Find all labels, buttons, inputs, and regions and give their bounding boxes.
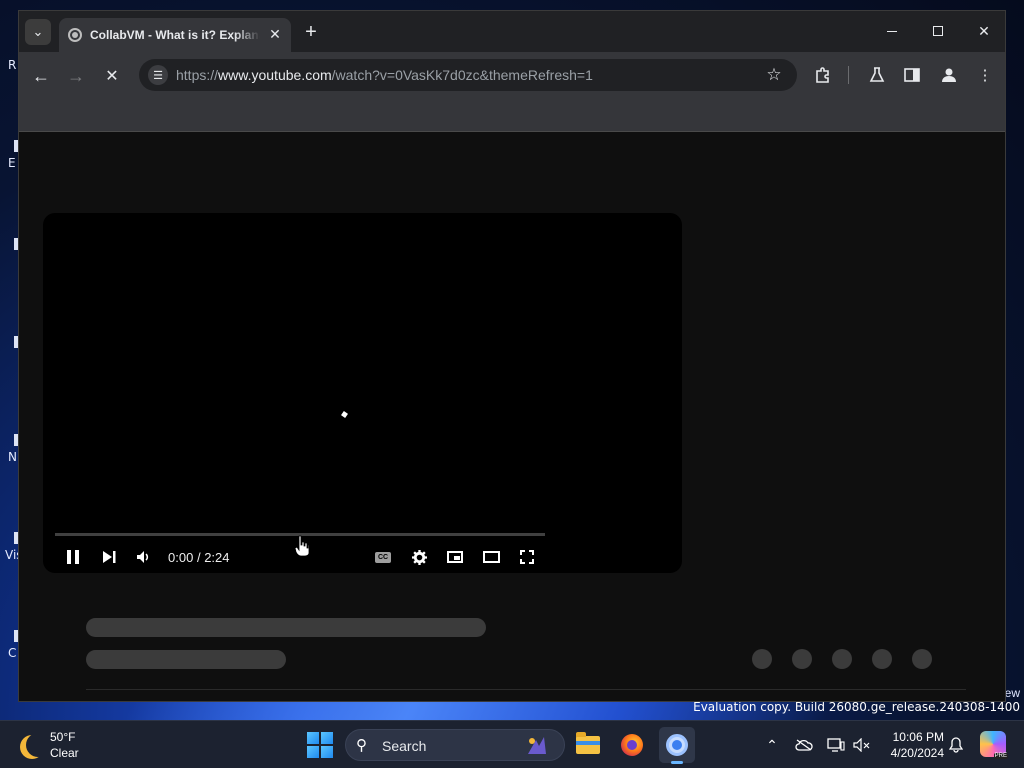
chevron-up-icon[interactable]: ⌃ [762,735,782,755]
action-skeleton-1 [752,649,772,669]
minimize-icon [887,30,897,32]
display-icon[interactable] [826,735,846,755]
onedrive-icon[interactable] [794,735,814,755]
minimize-button[interactable] [869,17,915,45]
tune-icon[interactable]: ☰ [148,65,168,85]
weather-condition: Clear [50,746,79,760]
puzzle-icon[interactable] [811,63,835,87]
taskbar: 50°F Clear ⚲ Search ⌃ 10:06 PM 4/20/2024… [0,720,1024,768]
settings-button[interactable] [407,545,431,569]
action-skeleton-5 [912,649,932,669]
maximize-icon [933,26,943,36]
video-player[interactable]: 0:00 / 2:24 CC [43,213,682,573]
side-panel-icon[interactable] [900,63,924,87]
pause-button[interactable] [61,545,85,569]
skip-next-icon [103,551,116,563]
action-skeleton-3 [832,649,852,669]
clock[interactable]: 10:06 PM 4/20/2024 [884,729,944,761]
volume-button[interactable] [132,545,156,569]
profile-icon[interactable] [937,63,961,87]
weather-temp: 50°F [50,730,76,744]
action-skeleton-2 [792,649,812,669]
moon-icon [26,733,50,757]
search-icon: ⚲ [356,737,367,754]
stop-icon[interactable]: ✕ [98,62,126,90]
bell-icon[interactable] [946,735,966,755]
chrome-icon[interactable] [659,727,695,764]
evaluation-watermark: Evaluation copy. Build 26080.ge_release.… [693,700,1020,714]
close-window-button[interactable]: ✕ [961,17,1005,45]
flask-icon[interactable] [865,63,889,87]
active-indicator [671,761,683,764]
youtube-page: 0:00 / 2:24 CC [19,132,1005,701]
time-display: 0:00 / 2:24 [168,550,230,565]
bookmarks-bar [19,98,1005,132]
search-highlight-icon [528,737,546,754]
clock-date: 4/20/2024 [890,746,944,760]
copilot-icon[interactable]: PRE [980,731,1008,759]
loading-favicon-icon [68,28,82,42]
url-text[interactable]: https://www.youtube.com/watch?v=0VasKk7d… [176,67,593,83]
file-explorer-icon[interactable] [570,727,606,763]
close-icon[interactable]: ✕ [267,26,283,42]
pause-icon [67,550,79,564]
cc-icon: CC [375,551,391,563]
player-controls: 0:00 / 2:24 CC [43,543,682,573]
fullscreen-icon [520,550,534,564]
hand-cursor-icon [295,535,309,557]
clock-time: 10:06 PM [892,730,944,744]
theater-icon [482,551,500,563]
miniplayer-button[interactable] [443,545,467,569]
browser-toolbar: ← → ✕ ☰ https://www.youtube.com/watch?v=… [19,52,1005,98]
firefox-icon[interactable] [614,727,650,763]
start-icon[interactable] [307,732,333,758]
forward-arrow-icon[interactable]: → [62,62,90,90]
gear-icon [411,549,427,565]
volume-muted-icon[interactable] [852,735,872,755]
toolbar-separator [848,66,849,84]
taskbar-search[interactable]: ⚲ Search [345,729,565,761]
kebab-menu-icon[interactable]: ⋮ [973,63,997,87]
loading-spinner [341,411,348,418]
chrome-window: ⌄ CollabVM - What is it? Explanation ✕ +… [18,10,1006,702]
title-skeleton [86,618,486,637]
maximize-button[interactable] [915,17,961,45]
fullscreen-button[interactable] [515,545,539,569]
subtitles-button[interactable]: CC [371,545,395,569]
search-placeholder: Search [382,738,427,754]
watermark-fragment: ew [1004,686,1020,700]
back-arrow-icon[interactable]: ← [27,62,55,90]
volume-icon [137,551,149,563]
tab-title: CollabVM - What is it? Explanation [90,28,260,42]
theater-mode-button[interactable] [479,545,503,569]
next-button[interactable] [97,545,121,569]
weather-widget[interactable]: 50°F Clear [18,729,128,763]
address-bar[interactable]: ☰ https://www.youtube.com/watch?v=0VasKk… [139,59,797,91]
star-icon[interactable]: ☆ [763,64,785,86]
divider [86,689,966,690]
chevron-down-icon[interactable]: ⌄ [25,19,51,45]
miniplayer-icon [447,551,463,563]
plus-icon[interactable]: + [299,20,323,44]
tab-collabvm[interactable]: CollabVM - What is it? Explanation ✕ [59,18,291,52]
tab-strip: ⌄ CollabVM - What is it? Explanation ✕ +… [19,11,1005,52]
channel-skeleton [86,650,286,669]
action-skeleton-4 [872,649,892,669]
